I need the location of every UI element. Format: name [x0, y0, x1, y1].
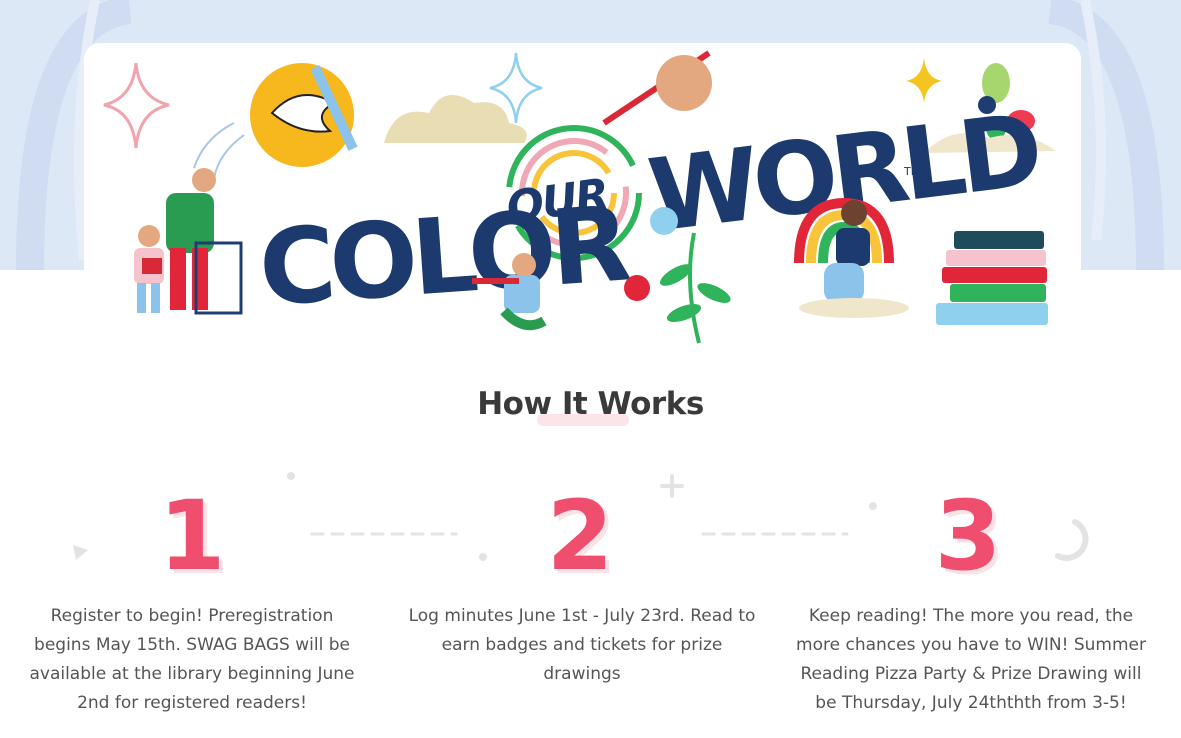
- step-3-number: 3: [934, 480, 1002, 592]
- books-stack-illustration: [936, 231, 1048, 325]
- triangle-decoration: [73, 545, 88, 560]
- sparkle-icon: [103, 62, 170, 149]
- page: COLOR OUR WORLD TM How It Works 1 2 3 Re…: [0, 0, 1181, 738]
- dot-decoration: [287, 472, 295, 480]
- sun-bird-icon: [193, 63, 354, 179]
- step-1-description: Register to begin! Preregistration begin…: [29, 606, 355, 713]
- step-2-description: Log minutes June 1st - July 23rd. Read t…: [408, 606, 756, 684]
- star-icon: [906, 58, 942, 103]
- arc-decoration: [1055, 519, 1089, 561]
- paintbrush-icon: [602, 50, 712, 126]
- how-it-works-heading: How It Works: [477, 386, 704, 422]
- grandparent-child-illustration: [134, 168, 243, 315]
- step-2-number: 2: [546, 480, 614, 592]
- dot-decoration: [869, 502, 877, 510]
- step-1-number: 1: [158, 480, 226, 592]
- plus-decoration: [660, 474, 684, 498]
- cloud-icon: [384, 95, 527, 143]
- color-our-world-banner: COLOR OUR WORLD TM: [84, 43, 1081, 353]
- dot-decoration: [479, 553, 487, 561]
- step-3-description: Keep reading! The more you read, the mor…: [796, 606, 1146, 713]
- trademark-mark: TM: [903, 165, 920, 178]
